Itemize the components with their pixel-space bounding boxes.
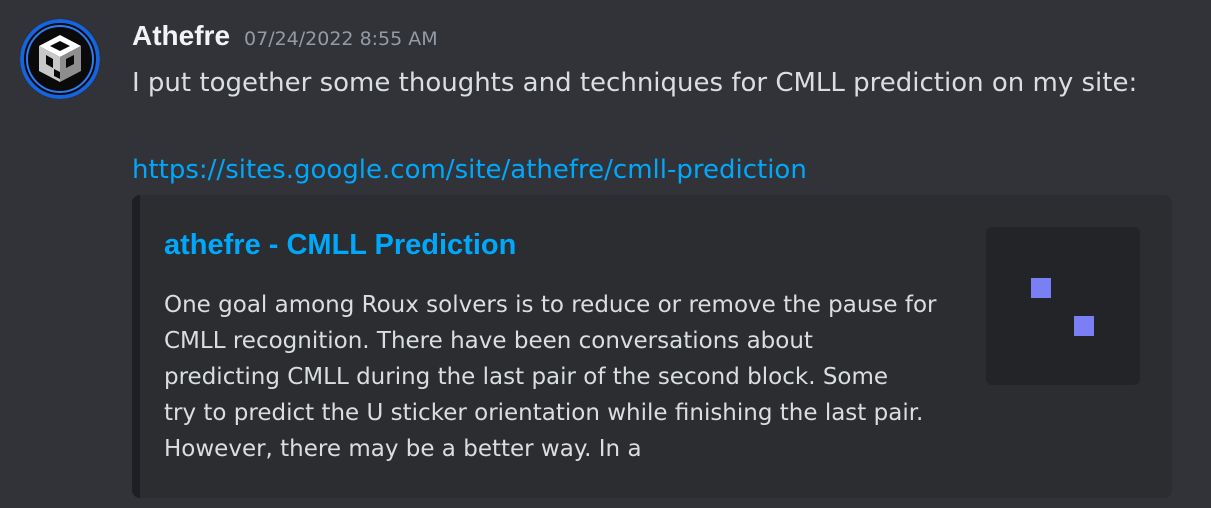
image-placeholder-icon — [1031, 278, 1051, 298]
username[interactable]: Athefre — [132, 20, 230, 51]
embed-description-line: try to predict the U sticker orientation… — [164, 400, 924, 426]
embed-accent-bar — [132, 195, 140, 498]
embed-description: One goal among Roux solvers is to reduce… — [164, 287, 964, 467]
embed-thumbnail[interactable] — [986, 227, 1140, 385]
image-placeholder-icon — [1074, 316, 1094, 336]
embed-description-line: However, there may be a better way. In a — [164, 436, 642, 462]
timestamp[interactable]: 07/24/2022 8:55 AM — [244, 28, 438, 50]
user-avatar[interactable] — [20, 19, 100, 99]
link-embed: athefre - CMLL Prediction One goal among… — [132, 195, 1172, 498]
embed-description-line: CMLL recognition. There have been conver… — [164, 328, 813, 354]
embed-title[interactable]: athefre - CMLL Prediction — [164, 229, 516, 262]
chat-message: Athefre 07/24/2022 8:55 AM I put together… — [0, 0, 1211, 508]
embed-description-line: One goal among Roux solvers is to reduce… — [164, 292, 937, 318]
message-text: I put together some thoughts and techniq… — [132, 68, 1138, 98]
cube-logo-icon — [20, 19, 100, 99]
message-link[interactable]: https://sites.google.com/site/athefre/cm… — [132, 150, 807, 190]
embed-description-line: predicting CMLL during the last pair of … — [164, 364, 889, 390]
message-header: Athefre 07/24/2022 8:55 AM — [132, 20, 438, 60]
